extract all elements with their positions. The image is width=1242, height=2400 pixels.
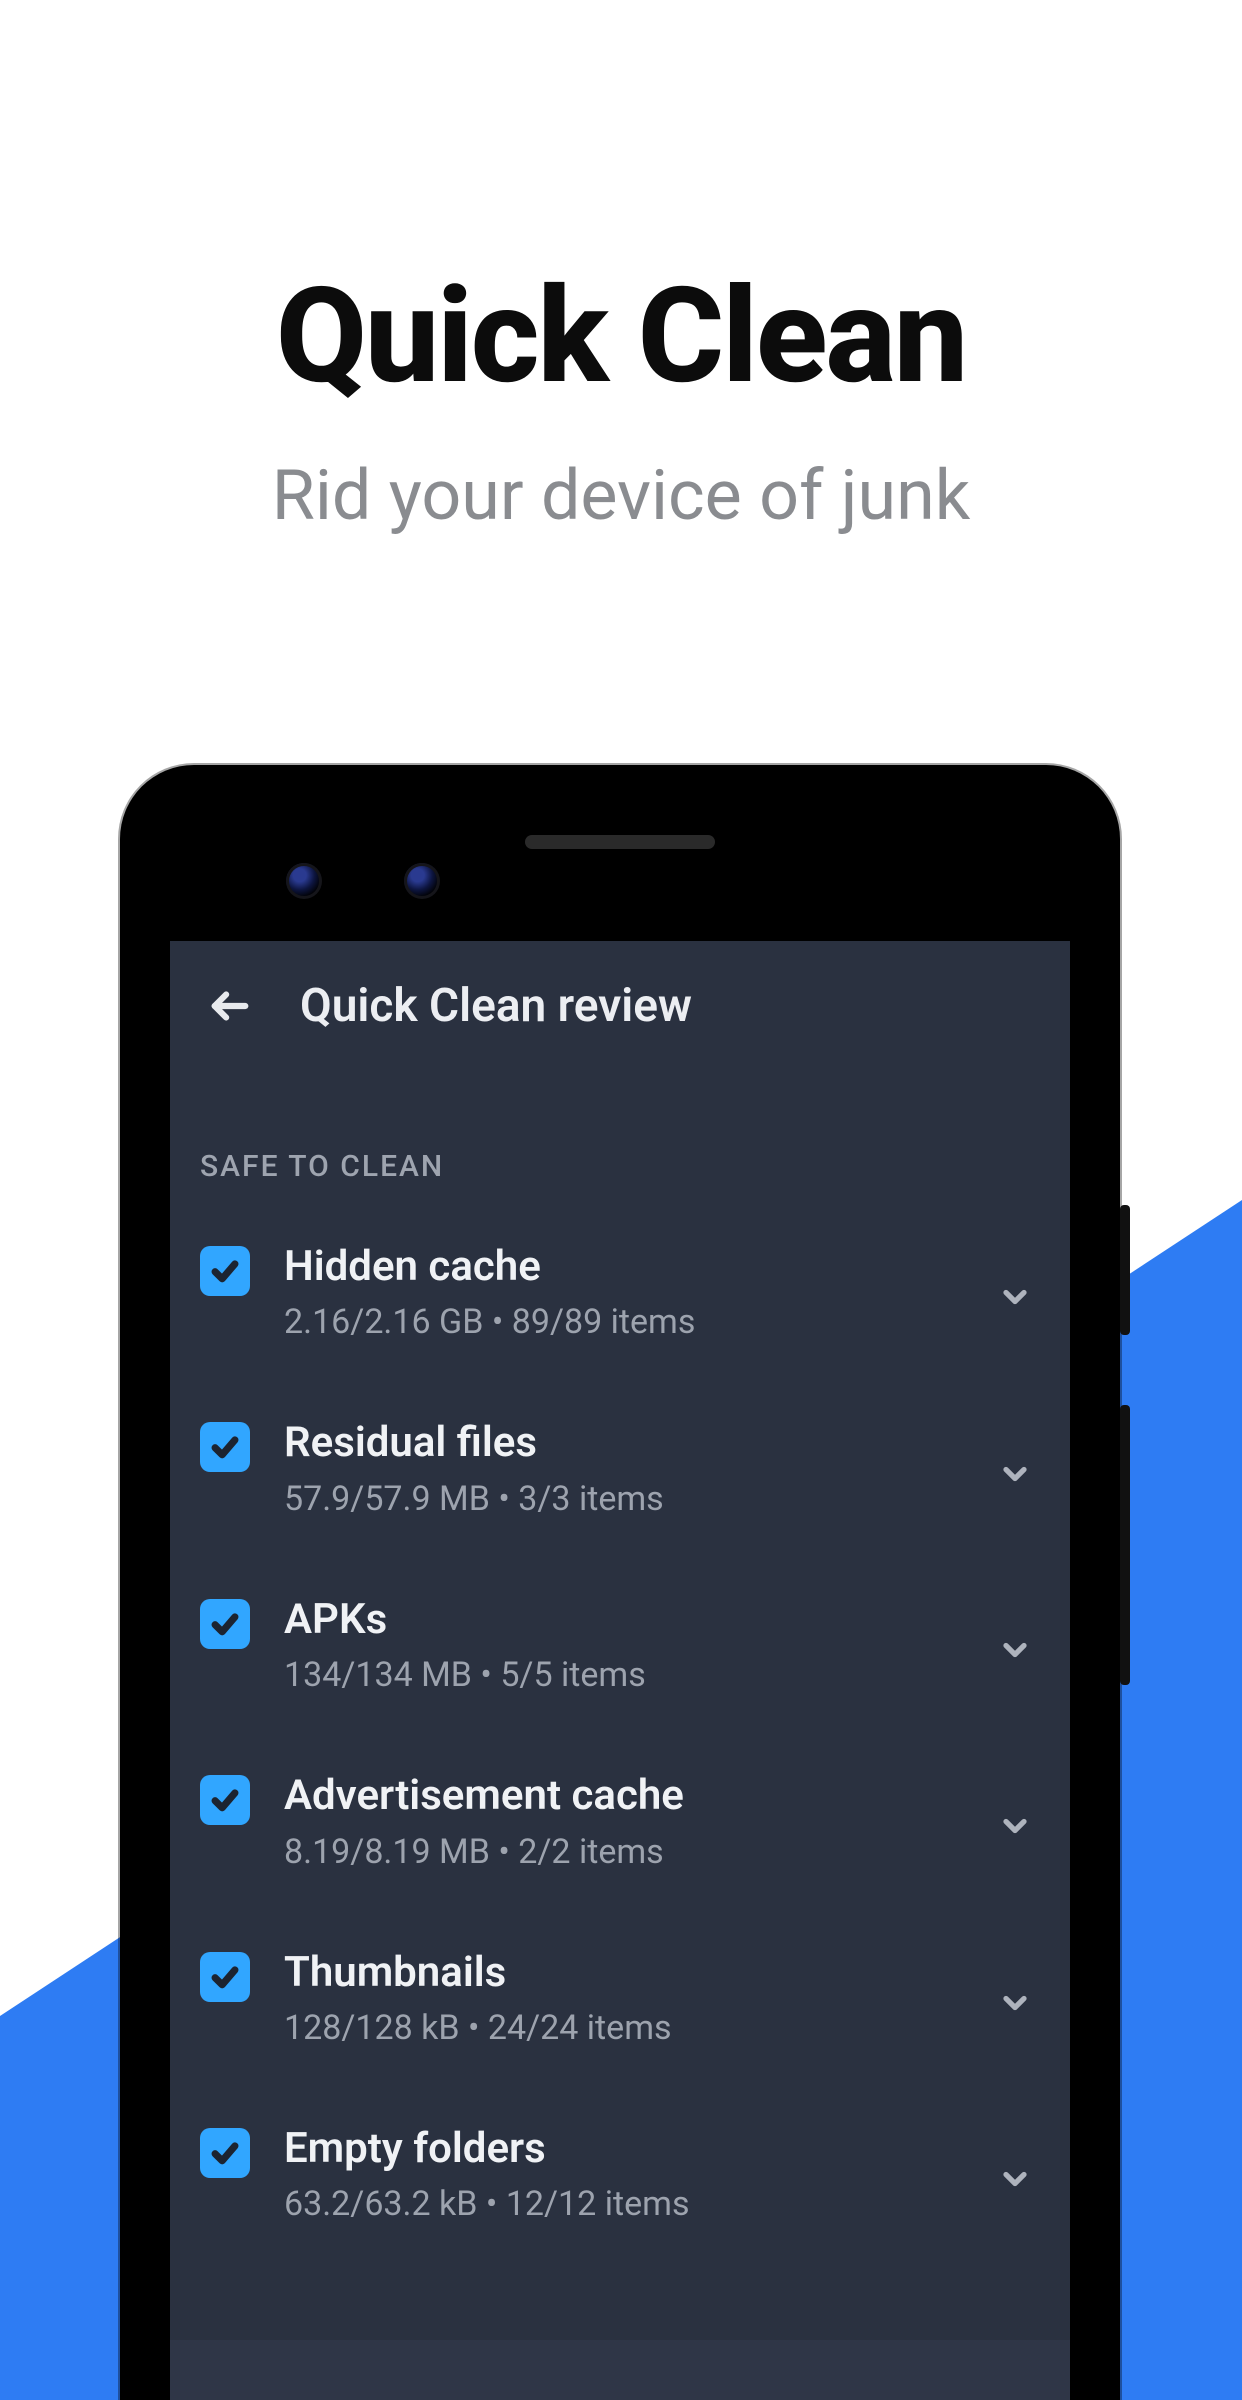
check-icon [208, 2136, 242, 2170]
row-subtitle: 57.9/57.9 MB • 3/3 items [284, 1479, 956, 1519]
page-title: Quick Clean review [300, 979, 692, 1033]
check-icon [208, 1783, 242, 1817]
phone-camera-1 [286, 863, 322, 899]
phone-speaker [525, 835, 715, 849]
cleanup-row[interactable]: Hidden cache 2.16/2.16 GB • 89/89 items [180, 1204, 1060, 1380]
row-count: 5/5 items [500, 1655, 645, 1695]
arrow-left-icon [207, 983, 253, 1029]
cleanup-row[interactable]: APKs 134/134 MB • 5/5 items [180, 1557, 1060, 1733]
row-subtitle: 8.19/8.19 MB • 2/2 items [284, 1832, 956, 1872]
row-size: 57.9/57.9 MB [284, 1479, 490, 1519]
canvas: Quick Clean Rid your device of junk Quic… [0, 0, 1242, 2400]
checkbox[interactable] [200, 1775, 250, 1825]
row-content: Thumbnails 128/128 kB • 24/24 items [284, 1948, 956, 2048]
row-size: 128/128 kB [284, 2008, 460, 2048]
phone-side-button-1 [1120, 1205, 1130, 1335]
row-separator: • [460, 2008, 488, 2048]
expand-button[interactable] [990, 1978, 1040, 2028]
row-subtitle: 128/128 kB • 24/24 items [284, 2008, 956, 2048]
check-icon [208, 1254, 242, 1288]
cleanup-row[interactable]: Advertisement cache 8.19/8.19 MB • 2/2 it… [180, 1733, 1060, 1909]
checkbox[interactable] [200, 1246, 250, 1296]
row-title: Advertisement cache [284, 1771, 956, 1821]
chevron-down-icon [997, 1632, 1033, 1668]
row-size: 134/134 MB [284, 1655, 472, 1695]
phone-side-button-2 [1120, 1405, 1130, 1685]
row-separator: • [483, 1302, 511, 1342]
row-count: 2/2 items [518, 1832, 663, 1872]
expand-button[interactable] [990, 1449, 1040, 1499]
row-content: Empty folders 63.2/63.2 kB • 12/12 items [284, 2124, 956, 2224]
row-separator: • [490, 1479, 518, 1519]
phone-camera-2 [404, 863, 440, 899]
row-count: 24/24 items [488, 2008, 672, 2048]
chevron-down-icon [997, 1456, 1033, 1492]
row-subtitle: 63.2/63.2 kB • 12/12 items [284, 2184, 956, 2224]
row-separator: • [490, 1832, 518, 1872]
row-size: 8.19/8.19 MB [284, 1832, 490, 1872]
check-icon [208, 1607, 242, 1641]
expand-button[interactable] [990, 1801, 1040, 1851]
row-separator: • [477, 2184, 505, 2224]
row-count: 12/12 items [506, 2184, 690, 2224]
row-size: 2.16/2.16 GB [284, 1302, 483, 1342]
marketing-headline: Quick Clean [0, 260, 1242, 414]
chevron-down-icon [997, 1808, 1033, 1844]
bottom-panel [170, 2340, 1070, 2400]
check-icon [208, 1430, 242, 1464]
chevron-down-icon [997, 1985, 1033, 2021]
row-content: Advertisement cache 8.19/8.19 MB • 2/2 it… [284, 1771, 956, 1871]
checkbox[interactable] [200, 1952, 250, 2002]
checkbox[interactable] [200, 1599, 250, 1649]
cleanup-row[interactable]: Empty folders 63.2/63.2 kB • 12/12 items [180, 2086, 1060, 2262]
row-count: 3/3 items [518, 1479, 663, 1519]
clean-items-list: Hidden cache 2.16/2.16 GB • 89/89 items Re… [170, 1204, 1070, 2262]
checkbox[interactable] [200, 2128, 250, 2178]
chevron-down-icon [997, 2161, 1033, 2197]
row-separator: • [472, 1655, 500, 1695]
row-size: 63.2/63.2 kB [284, 2184, 477, 2224]
check-icon [208, 1960, 242, 1994]
row-title: Residual files [284, 1418, 956, 1468]
marketing-subhead: Rid your device of junk [0, 455, 1242, 537]
chevron-down-icon [997, 1279, 1033, 1315]
row-content: Residual files 57.9/57.9 MB • 3/3 items [284, 1418, 956, 1518]
phone-frame: Quick Clean review SAFE TO CLEAN Hidden … [120, 765, 1120, 2400]
cleanup-row[interactable]: Residual files 57.9/57.9 MB • 3/3 items [180, 1380, 1060, 1556]
cleanup-row[interactable]: Thumbnails 128/128 kB • 24/24 items [180, 1910, 1060, 2086]
phone-bezel: Quick Clean review SAFE TO CLEAN Hidden … [136, 781, 1104, 2400]
back-button[interactable] [200, 976, 260, 1036]
row-subtitle: 2.16/2.16 GB • 89/89 items [284, 1302, 956, 1342]
expand-button[interactable] [990, 1625, 1040, 1675]
expand-button[interactable] [990, 1272, 1040, 1322]
row-count: 89/89 items [512, 1302, 696, 1342]
row-title: Thumbnails [284, 1948, 956, 1998]
expand-button[interactable] [990, 2154, 1040, 2204]
row-subtitle: 134/134 MB • 5/5 items [284, 1655, 956, 1695]
row-title: Hidden cache [284, 1242, 956, 1292]
row-content: APKs 134/134 MB • 5/5 items [284, 1595, 956, 1695]
row-title: APKs [284, 1595, 956, 1645]
app-bar: Quick Clean review [170, 941, 1070, 1071]
row-title: Empty folders [284, 2124, 956, 2174]
app-screen: Quick Clean review SAFE TO CLEAN Hidden … [170, 941, 1070, 2400]
checkbox[interactable] [200, 1422, 250, 1472]
section-label-safe-to-clean: SAFE TO CLEAN [170, 1071, 1070, 1204]
row-content: Hidden cache 2.16/2.16 GB • 89/89 items [284, 1242, 956, 1342]
